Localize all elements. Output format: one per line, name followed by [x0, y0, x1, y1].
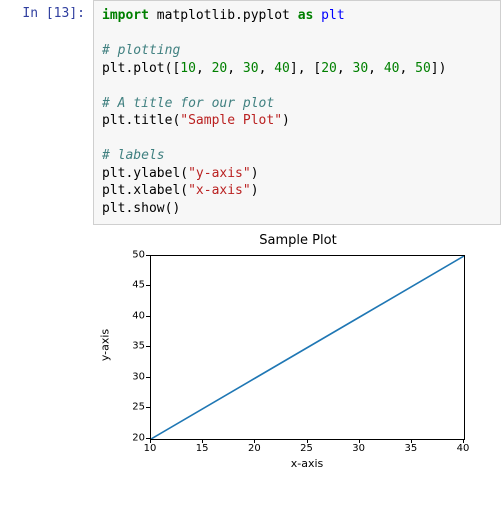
string: "y-axis" — [188, 166, 251, 181]
plot-area — [150, 255, 465, 440]
plot-wrap: y-axis x-axis 20 25 30 35 40 45 50 10 15 20 25 30 35… — [95, 250, 485, 470]
y-tick-label: 35 — [115, 341, 145, 352]
num: 30 — [243, 61, 259, 76]
code-text: ) — [282, 113, 290, 128]
string: "x-axis" — [188, 183, 251, 198]
code-text: plt.plot([ — [102, 61, 180, 76]
code-editor[interactable]: import matplotlib.pyplot as plt # plotti… — [93, 0, 501, 225]
x-tick-mark — [307, 439, 308, 443]
num: 20 — [321, 61, 337, 76]
x-tick-mark — [463, 439, 464, 443]
y-tick-label: 45 — [115, 280, 145, 291]
string: "Sample Plot" — [180, 113, 282, 128]
code-text: ) — [251, 166, 259, 181]
kw-import: import — [102, 8, 149, 23]
num: 40 — [384, 61, 400, 76]
y-tick-mark — [146, 255, 150, 256]
x-axis-label: x-axis — [291, 457, 324, 470]
code-text: ], [ — [290, 61, 321, 76]
code-text: , — [399, 61, 415, 76]
comment: # plotting — [102, 43, 180, 58]
y-tick-mark — [146, 407, 150, 408]
num: 50 — [415, 61, 431, 76]
num: 20 — [212, 61, 228, 76]
code-text: , — [196, 61, 212, 76]
y-tick-mark — [146, 377, 150, 378]
y-tick-mark — [146, 316, 150, 317]
y-tick-label: 50 — [115, 249, 145, 260]
x-tick-label: 30 — [352, 443, 365, 454]
code-text: plt.title( — [102, 113, 180, 128]
x-tick-mark — [411, 439, 412, 443]
code-text: plt.ylabel( — [102, 166, 188, 181]
x-tick-label: 25 — [300, 443, 313, 454]
comment: # A title for our plot — [102, 96, 274, 111]
y-tick-label: 20 — [115, 432, 145, 443]
chart-title: Sample Plot — [95, 233, 501, 248]
y-axis-label: y-axis — [99, 328, 112, 360]
x-tick-label: 35 — [404, 443, 417, 454]
comment: # labels — [102, 148, 165, 163]
code-text: ) — [251, 183, 259, 198]
output-area: Sample Plot y-axis x-axis 20 25 30 35 40 45 50… — [85, 225, 501, 470]
y-tick-mark — [146, 285, 150, 286]
x-tick-label: 20 — [248, 443, 261, 454]
code-text: , — [259, 61, 275, 76]
alias: plt — [313, 8, 344, 23]
x-tick-label: 40 — [457, 443, 470, 454]
code-text: , — [368, 61, 384, 76]
code-cell: In [13]: import matplotlib.pyplot as plt… — [0, 0, 501, 225]
y-tick-mark — [146, 346, 150, 347]
code-text: , — [227, 61, 243, 76]
x-tick-mark — [359, 439, 360, 443]
num: 10 — [180, 61, 196, 76]
code-text: , — [337, 61, 353, 76]
code-text: ]) — [431, 61, 447, 76]
y-tick-label: 40 — [115, 310, 145, 321]
y-tick-label: 25 — [115, 402, 145, 413]
code-text: matplotlib.pyplot — [149, 8, 298, 23]
code-text: plt.xlabel( — [102, 183, 188, 198]
y-tick-label: 30 — [115, 371, 145, 382]
kw-as: as — [298, 8, 314, 23]
line-series — [151, 256, 464, 439]
x-tick-label: 10 — [144, 443, 157, 454]
num: 40 — [274, 61, 290, 76]
num: 30 — [353, 61, 369, 76]
x-tick-mark — [202, 439, 203, 443]
x-tick-mark — [150, 439, 151, 443]
code-text: plt.show() — [102, 201, 180, 216]
input-prompt: In [13]: — [0, 0, 93, 21]
matplotlib-figure: Sample Plot y-axis x-axis 20 25 30 35 40 45 50… — [95, 233, 501, 470]
x-tick-mark — [254, 439, 255, 443]
x-tick-label: 15 — [196, 443, 209, 454]
